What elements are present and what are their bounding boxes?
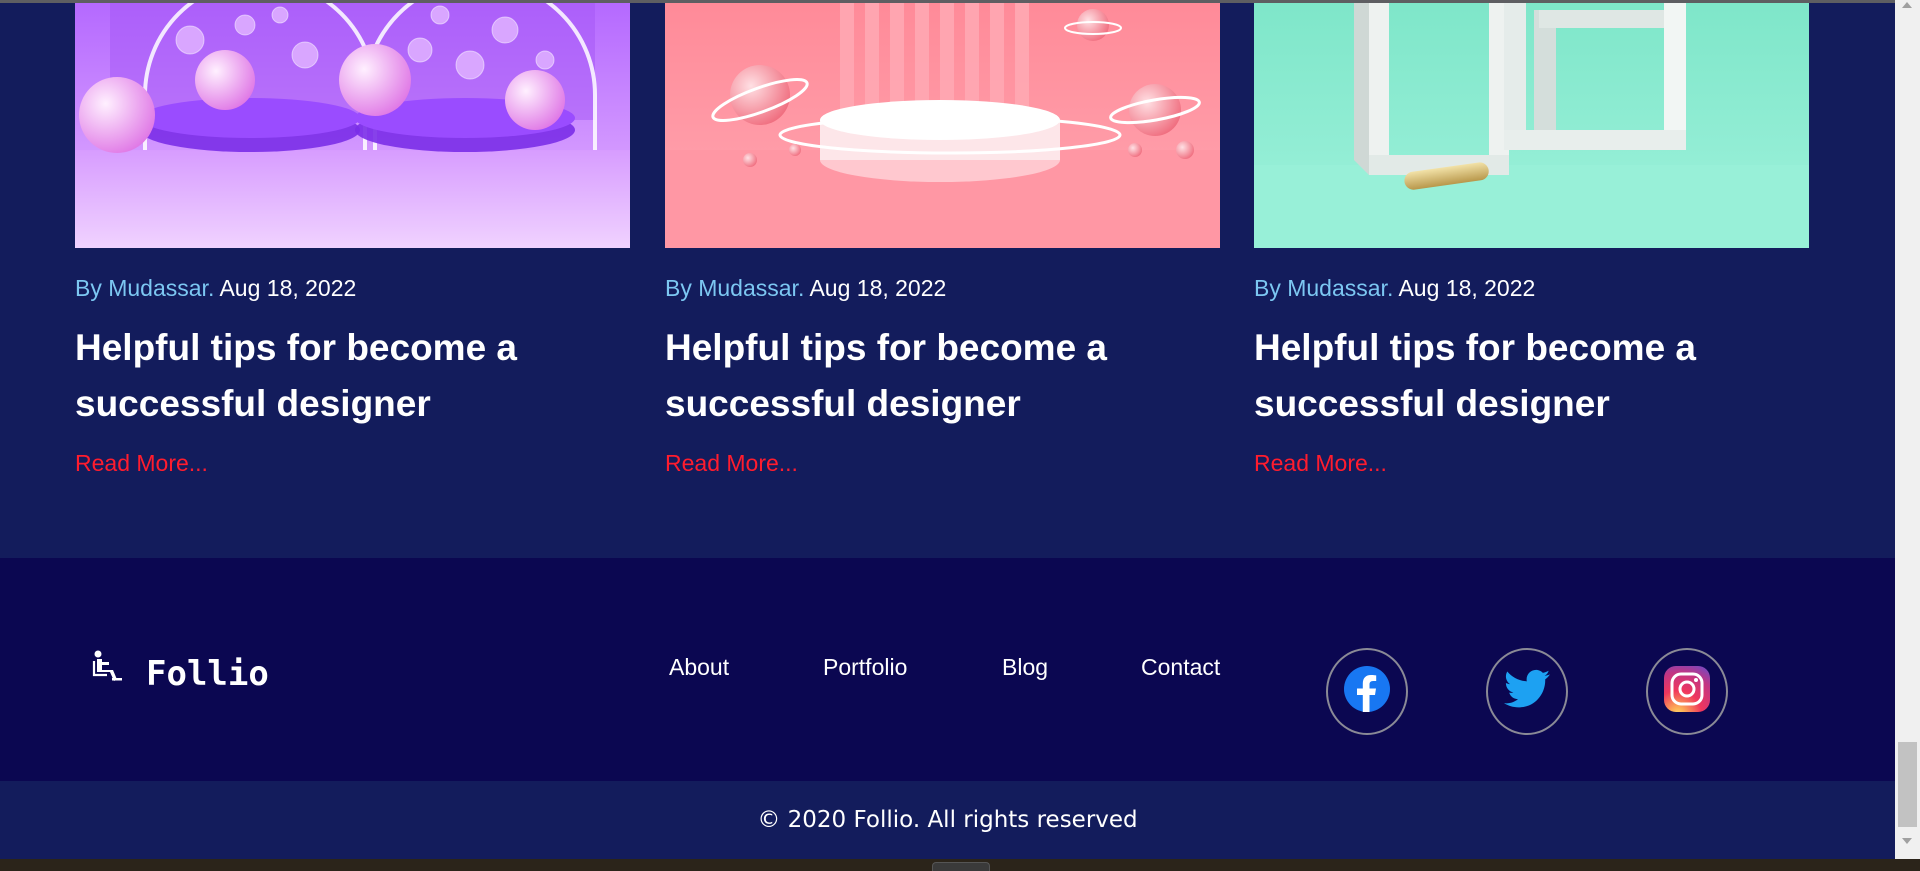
copyright-bar: © 2020 Follio. All rights reserved [0, 781, 1895, 859]
post-meta: By Mudassar. Aug 18, 2022 [665, 275, 946, 302]
instagram-icon [1664, 666, 1710, 717]
footer-nav-contact[interactable]: Contact [1141, 654, 1220, 680]
blog-card-image-purple[interactable] [75, 0, 630, 248]
scrollbar-thumb[interactable] [1898, 742, 1917, 827]
read-more-link[interactable]: Read More... [665, 450, 798, 477]
facebook-icon [1344, 666, 1390, 717]
blog-card: By Mudassar. Aug 18, 2022 Helpful tips f… [1254, 0, 1809, 476]
blog-card: By Mudassar. Aug 18, 2022 Helpful tips f… [75, 0, 630, 476]
post-date: Aug 18, 2022 [1393, 275, 1536, 301]
footer-nav-blog[interactable]: Blog [1002, 654, 1048, 680]
read-more-link[interactable]: Read More... [75, 450, 208, 477]
copyright-text: © 2020 Follio. All rights reserved [757, 807, 1138, 833]
blog-card-image-mint[interactable] [1254, 0, 1809, 248]
footer-nav-portfolio[interactable]: Portfolio [823, 654, 907, 680]
post-date: Aug 18, 2022 [214, 275, 357, 301]
post-author-link[interactable]: By Mudassar. [75, 275, 214, 301]
window-top-border [0, 0, 1895, 3]
page-viewport: By Mudassar. Aug 18, 2022 Helpful tips f… [0, 0, 1895, 859]
post-meta: By Mudassar. Aug 18, 2022 [75, 275, 356, 302]
post-author-link[interactable]: By Mudassar. [1254, 275, 1393, 301]
twitter-button[interactable] [1486, 648, 1568, 735]
blog-card: By Mudassar. Aug 18, 2022 Helpful tips f… [665, 0, 1220, 476]
footer-brand[interactable]: Follio [90, 650, 269, 694]
post-author-link[interactable]: By Mudassar. [665, 275, 804, 301]
blog-card-image-pink[interactable] [665, 0, 1220, 248]
scroll-down-arrow-icon[interactable] [1902, 838, 1912, 844]
blog-section: By Mudassar. Aug 18, 2022 Helpful tips f… [0, 0, 1895, 558]
brand-name: Follio [146, 654, 269, 694]
twitter-icon [1504, 669, 1550, 714]
taskbar-handle[interactable] [932, 862, 990, 871]
scroll-up-arrow-icon[interactable] [1902, 2, 1912, 8]
vertical-scrollbar[interactable] [1895, 0, 1920, 859]
post-date: Aug 18, 2022 [804, 275, 947, 301]
facebook-button[interactable] [1326, 648, 1408, 735]
post-title[interactable]: Helpful tips for become a successful des… [1254, 320, 1809, 432]
footer-nav-about[interactable]: About [669, 654, 729, 680]
post-meta: By Mudassar. Aug 18, 2022 [1254, 275, 1535, 302]
site-footer: Follio About Portfolio Blog Contact [0, 558, 1895, 781]
seated-person-icon [90, 648, 126, 684]
post-title[interactable]: Helpful tips for become a successful des… [75, 320, 630, 432]
instagram-button[interactable] [1646, 648, 1728, 735]
read-more-link[interactable]: Read More... [1254, 450, 1387, 477]
post-title[interactable]: Helpful tips for become a successful des… [665, 320, 1220, 432]
